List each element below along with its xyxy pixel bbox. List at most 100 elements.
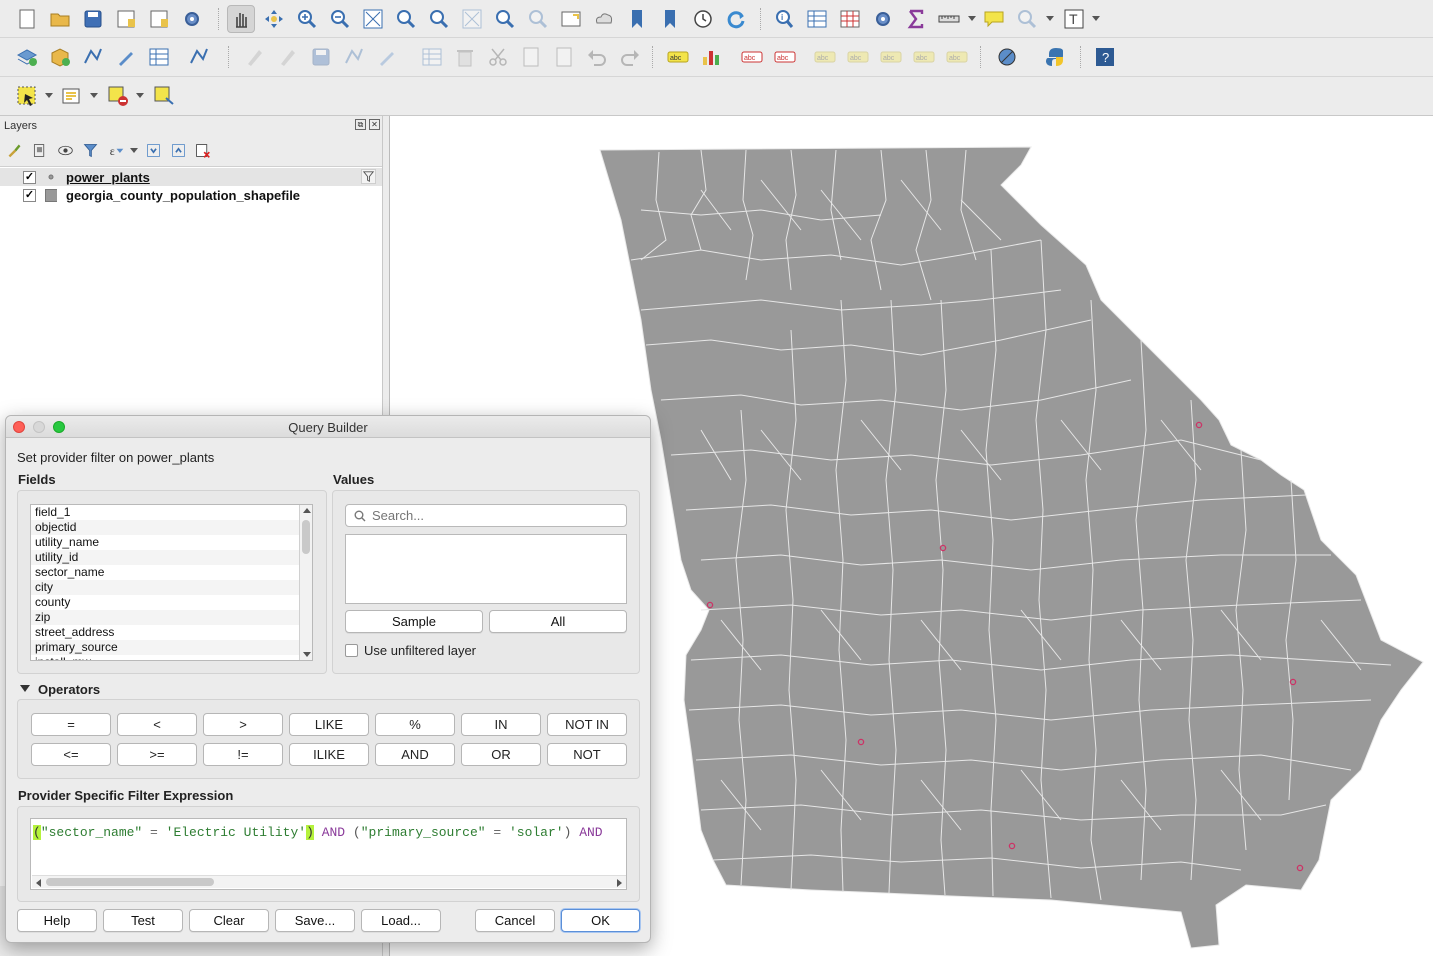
cut-features-icon[interactable] [484, 43, 512, 71]
fields-list[interactable]: field_1 objectid utility_name utility_id sec… [30, 504, 313, 661]
expression-horizontal-scrollbar[interactable] [32, 875, 626, 888]
select-by-value-icon[interactable] [58, 82, 86, 110]
label-properties-icon[interactable]: abc [943, 43, 971, 71]
field-list-item[interactable]: utility_id [31, 550, 312, 565]
field-list-item[interactable]: sector_name [31, 565, 312, 580]
diagram-tool-icon[interactable] [697, 43, 725, 71]
dialog-titlebar[interactable]: Query Builder [6, 416, 650, 438]
new-temporary-layer-icon[interactable] [145, 43, 173, 71]
zoom-native-icon[interactable] [458, 5, 486, 33]
save-edits-icon[interactable] [307, 43, 335, 71]
edit-icon[interactable] [241, 43, 269, 71]
map-tips-icon[interactable] [980, 5, 1008, 33]
undo-icon[interactable] [583, 43, 611, 71]
new-3d-map-view-icon[interactable] [590, 5, 618, 33]
dropdown-caret[interactable] [90, 93, 98, 98]
new-shapefile-layer-icon[interactable] [79, 43, 107, 71]
add-group-icon[interactable] [29, 140, 49, 160]
layer-row-georgia-counties[interactable]: ✓ georgia_county_population_shapefile [0, 186, 382, 204]
field-list-item[interactable]: install_mw [31, 655, 312, 660]
text-annotation-icon[interactable]: T [1060, 5, 1088, 33]
operator-button[interactable]: >= [117, 743, 197, 766]
locator-icon[interactable] [1013, 5, 1041, 33]
manage-visibility-icon[interactable] [55, 140, 75, 160]
help-button[interactable]: Help [17, 909, 97, 932]
pan-map-icon[interactable] [227, 5, 255, 33]
zoom-to-selection-icon[interactable] [392, 5, 420, 33]
fields-scrollbar[interactable] [299, 505, 312, 660]
open-layer-styling-icon[interactable] [4, 140, 24, 160]
vertex-tool-icon[interactable] [373, 43, 401, 71]
field-list-item[interactable]: county [31, 595, 312, 610]
operator-button[interactable]: <= [31, 743, 111, 766]
save-button[interactable]: Save... [275, 909, 355, 932]
zoom-next-icon[interactable] [524, 5, 552, 33]
refresh-icon[interactable] [722, 5, 750, 33]
toggle-editing-icon[interactable] [274, 43, 302, 71]
field-list-item[interactable]: street_address [31, 625, 312, 640]
redo-icon[interactable] [616, 43, 644, 71]
dropdown-caret[interactable] [136, 93, 144, 98]
change-label-icon[interactable]: abc [910, 43, 938, 71]
pan-to-selection-icon[interactable] [260, 5, 288, 33]
field-list-item[interactable]: utility_name [31, 535, 312, 550]
sample-button[interactable]: Sample [345, 610, 483, 633]
rotate-label-icon[interactable]: abc [877, 43, 905, 71]
operator-button[interactable]: NOT [547, 743, 627, 766]
new-virtual-layer-icon[interactable] [185, 43, 213, 71]
help-icon[interactable]: ? [1091, 43, 1119, 71]
filter-dropdown-caret[interactable] [130, 148, 138, 153]
georeferencer-icon[interactable] [993, 43, 1021, 71]
delete-selected-icon[interactable] [451, 43, 479, 71]
all-button[interactable]: All [489, 610, 627, 633]
operator-button[interactable]: LIKE [289, 713, 369, 736]
operator-button[interactable]: < [117, 713, 197, 736]
data-source-manager-icon[interactable] [13, 43, 41, 71]
field-list-item[interactable]: objectid [31, 520, 312, 535]
dropdown-caret[interactable] [1092, 16, 1100, 21]
statistics-icon[interactable] [902, 5, 930, 33]
values-list[interactable] [345, 534, 627, 604]
layout-manager-icon[interactable] [145, 5, 173, 33]
new-project-icon[interactable] [13, 5, 41, 33]
close-panel-icon[interactable]: ✕ [369, 119, 380, 130]
operator-button[interactable]: NOT IN [547, 713, 627, 736]
move-label-icon[interactable]: abc [844, 43, 872, 71]
collapse-operators-icon[interactable] [20, 685, 30, 692]
operator-button[interactable]: IN [461, 713, 541, 736]
toolbox-icon[interactable] [869, 5, 897, 33]
show-hide-labels-icon[interactable]: abc [811, 43, 839, 71]
highlight-pinned-labels-icon[interactable]: abc [738, 43, 766, 71]
layer-filter-icon[interactable] [361, 169, 376, 184]
operator-button[interactable]: = [31, 713, 111, 736]
new-map-view-icon[interactable] [557, 5, 585, 33]
style-manager-icon[interactable] [178, 5, 206, 33]
field-list-item[interactable]: field_1 [31, 505, 312, 520]
dropdown-caret[interactable] [1046, 16, 1054, 21]
field-list-item[interactable]: primary_source [31, 640, 312, 655]
values-search-box[interactable] [345, 504, 627, 527]
modify-attributes-icon[interactable] [418, 43, 446, 71]
label-tool-icon[interactable]: abc [664, 43, 692, 71]
use-unfiltered-layer-checkbox[interactable] [345, 644, 358, 657]
layer-row-power-plants[interactable]: ✓ power_plants [0, 168, 382, 186]
new-bookmark-icon[interactable] [623, 5, 651, 33]
temporal-controller-icon[interactable] [689, 5, 717, 33]
field-list-item[interactable]: city [31, 580, 312, 595]
pin-labels-icon[interactable]: abc [771, 43, 799, 71]
save-project-icon[interactable] [79, 5, 107, 33]
float-panel-icon[interactable]: ⧉ [355, 119, 366, 130]
attribute-table-icon[interactable] [803, 5, 831, 33]
dropdown-caret[interactable] [45, 93, 53, 98]
layer-visibility-checkbox[interactable]: ✓ [23, 170, 36, 184]
copy-features-icon[interactable] [517, 43, 545, 71]
cancel-button[interactable]: Cancel [475, 909, 555, 932]
test-button[interactable]: Test [103, 909, 183, 932]
dropdown-caret[interactable] [968, 16, 976, 21]
filter-by-expression-icon[interactable]: ε [106, 140, 126, 160]
new-geopackage-layer-icon[interactable] [46, 43, 74, 71]
layer-visibility-checkbox[interactable]: ✓ [23, 188, 36, 202]
new-spatialite-layer-icon[interactable] [112, 43, 140, 71]
collapse-all-icon[interactable] [168, 140, 188, 160]
open-project-icon[interactable] [46, 5, 74, 33]
